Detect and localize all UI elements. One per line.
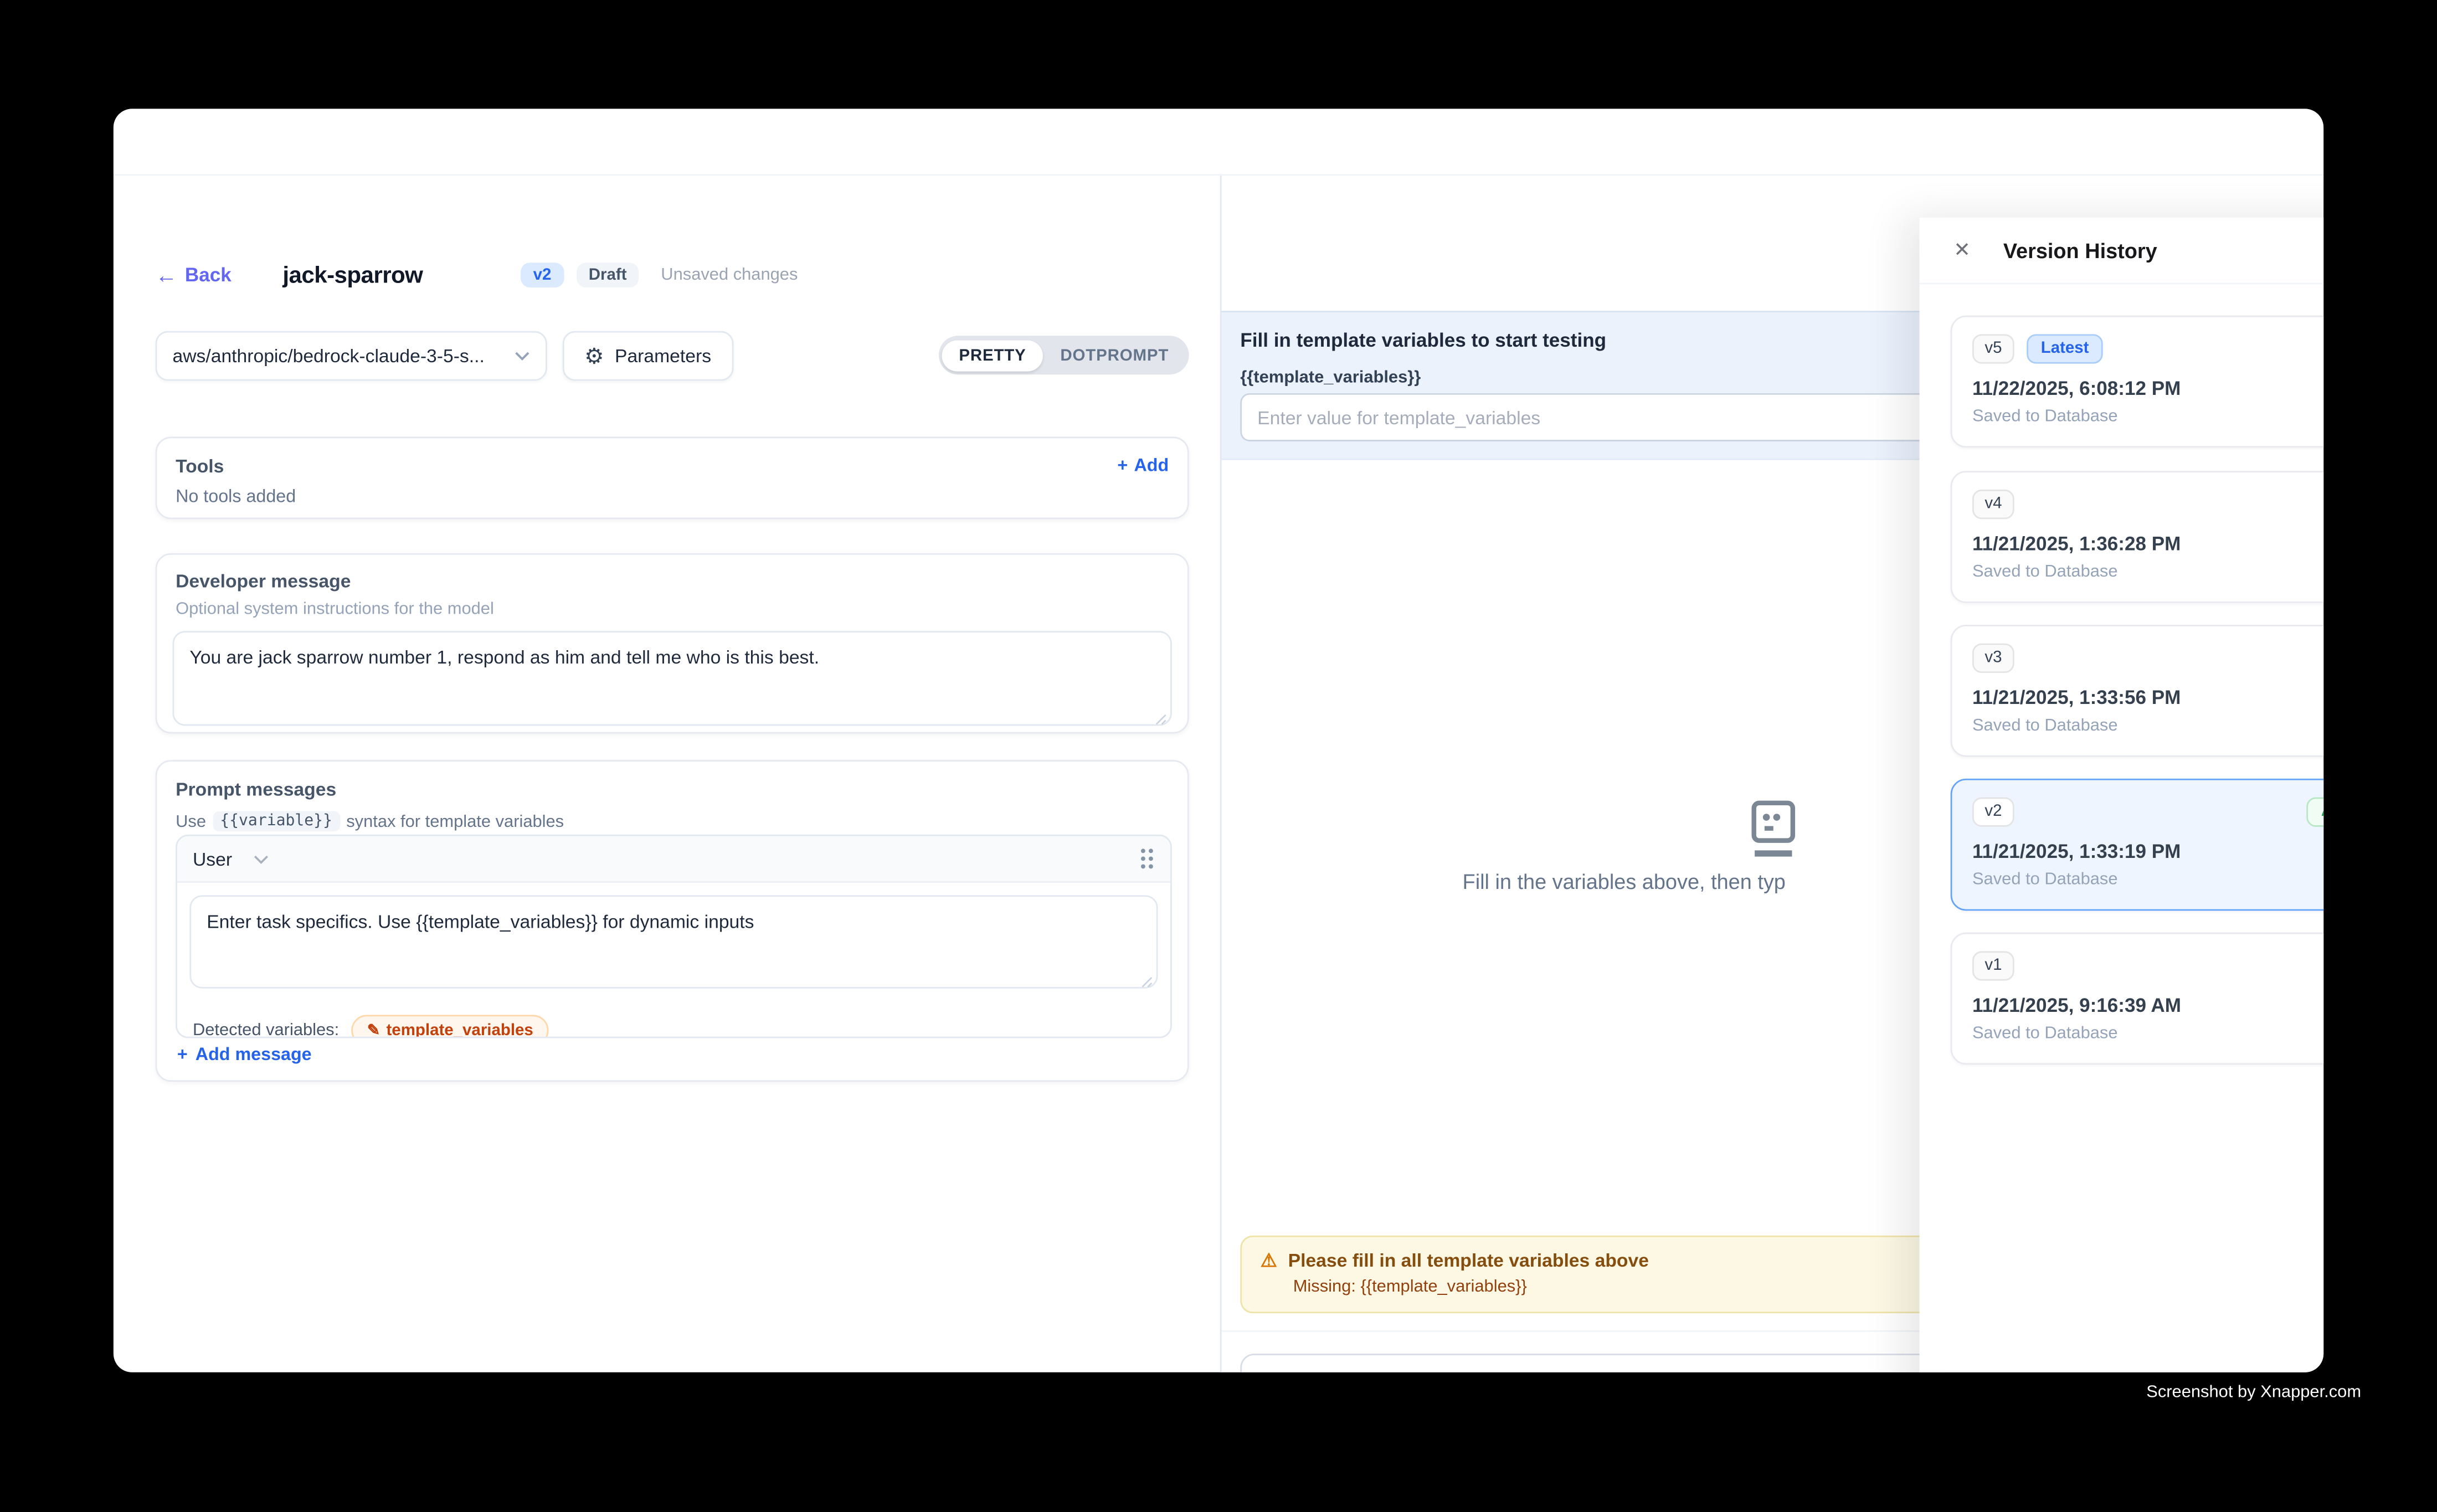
version-card-v2-active[interactable]: v2 Active 11/21/2025, 1:33:19 PM Saved t…: [1951, 779, 2323, 911]
active-badge: Active: [2307, 798, 2324, 826]
developer-message-label: Developer message: [176, 570, 1169, 592]
chat-message-input[interactable]: [1240, 1354, 1944, 1372]
resize-grip-icon[interactable]: [1155, 713, 1167, 726]
window-header: [114, 109, 2323, 176]
version-status: Saved to Database: [1972, 870, 2323, 888]
prompt-message-block: User Enter task specifics. Use {{templat…: [176, 835, 1172, 1038]
detected-variables-row: Detected variables: ✎ template_variables: [177, 1009, 1170, 1038]
format-toggle: PRETTY DOTPROMPT: [939, 336, 1189, 374]
toggle-option-dotprompt[interactable]: DOTPROMPT: [1043, 340, 1186, 371]
message-textarea[interactable]: Enter task specifics. Use {{template_var…: [189, 895, 1158, 988]
template-variable-input[interactable]: [1240, 393, 1944, 441]
version-status: Saved to Database: [1972, 1024, 2323, 1042]
back-arrow-icon: ←: [156, 263, 177, 287]
add-message-label: Add message: [196, 1046, 312, 1065]
gear-icon: ⚙: [584, 345, 604, 367]
version-history-title: Version History: [2003, 239, 2157, 262]
model-row: aws/anthropic/bedrock-claude-3-5-s... ⚙ …: [156, 331, 1189, 381]
role-select[interactable]: User: [193, 848, 269, 870]
draft-badge: Draft: [576, 263, 639, 288]
warning-icon: ⚠: [1261, 1249, 1277, 1271]
version-status: Saved to Database: [1972, 407, 2323, 425]
message-header: User: [177, 836, 1170, 883]
drag-handle-icon[interactable]: [1139, 847, 1155, 870]
unsaved-changes-label: Unsaved changes: [661, 266, 798, 285]
warning-box: ⚠ Please fill in all template variables …: [1240, 1236, 1944, 1313]
back-button[interactable]: ← Back: [156, 263, 232, 287]
version-number-badge: v1: [1972, 951, 2014, 980]
version-card-v1[interactable]: v1 11/21/2025, 9:16:39 AM Saved to Datab…: [1951, 933, 2323, 1065]
variable-syntax-code: {{variable}}: [212, 811, 340, 831]
version-history-header: ✕ Version History: [1920, 218, 2324, 285]
tools-card: Tools + Add No tools added: [156, 437, 1189, 520]
bot-icon: [1742, 798, 1804, 866]
version-badge: v2: [521, 263, 564, 288]
prompt-header: ← Back jack-sparrow v2 Draft Unsaved cha…: [156, 256, 798, 294]
pencil-icon: ✎: [367, 1022, 381, 1038]
add-message-button[interactable]: + Add message: [177, 1046, 312, 1065]
version-card-v4[interactable]: v4 11/21/2025, 1:36:28 PM Saved to Datab…: [1951, 471, 2323, 603]
developer-message-card: Developer message Optional system instru…: [156, 553, 1189, 734]
version-timestamp: 11/21/2025, 1:33:19 PM: [1972, 840, 2323, 862]
toggle-option-pretty[interactable]: PRETTY: [942, 340, 1043, 371]
add-tool-label: Add: [1134, 457, 1169, 476]
page-title: jack-sparrow: [282, 262, 423, 289]
detected-variables-label: Detected variables:: [193, 1021, 339, 1038]
version-card-v3[interactable]: v3 11/21/2025, 1:33:56 PM Saved to Datab…: [1951, 625, 2323, 757]
version-card-v5[interactable]: v5 Latest 11/22/2025, 6:08:12 PM Saved t…: [1951, 316, 2323, 448]
version-history-panel: ✕ Version History v5 Latest 11/22/2025, …: [1920, 218, 2324, 1372]
prompt-messages-label: Prompt messages: [176, 779, 1169, 800]
role-label: User: [193, 848, 232, 870]
version-timestamp: 11/21/2025, 9:16:39 AM: [1972, 994, 2323, 1016]
version-number-badge: v3: [1972, 644, 2014, 672]
version-number-badge: v2: [1972, 798, 2014, 826]
parameters-label: Parameters: [615, 345, 711, 367]
version-timestamp: 11/21/2025, 1:33:56 PM: [1972, 686, 2323, 708]
model-select[interactable]: aws/anthropic/bedrock-claude-3-5-s...: [156, 331, 547, 381]
latest-badge: Latest: [2027, 334, 2102, 363]
version-timestamp: 11/21/2025, 1:36:28 PM: [1972, 532, 2323, 554]
chevron-down-icon: [515, 351, 530, 361]
developer-message-textarea[interactable]: You are jack sparrow number 1, respond a…: [172, 631, 1171, 726]
add-tool-button[interactable]: + Add: [1117, 457, 1169, 476]
resize-grip-icon[interactable]: [1141, 976, 1153, 988]
parameters-button[interactable]: ⚙ Parameters: [563, 331, 733, 381]
warning-missing: Missing: {{template_variables}}: [1261, 1278, 1924, 1297]
prompt-messages-card: Prompt messages Use {{variable}} syntax …: [156, 760, 1189, 1082]
syntax-hint: Use {{variable}} syntax for template var…: [176, 811, 1169, 831]
back-label: Back: [185, 264, 232, 286]
close-icon[interactable]: ✕: [1953, 238, 1971, 263]
version-number-badge: v5: [1972, 334, 2014, 363]
version-status: Saved to Database: [1972, 716, 2323, 734]
app-window: ← Back jack-sparrow v2 Draft Unsaved cha…: [114, 109, 2323, 1372]
plus-icon: +: [177, 1046, 188, 1065]
tools-label: Tools: [176, 455, 224, 477]
version-timestamp: 11/22/2025, 6:08:12 PM: [1972, 377, 2323, 398]
version-number-badge: v4: [1972, 490, 2014, 518]
variable-chip-label: template_variables: [386, 1021, 533, 1038]
stage: ← Back jack-sparrow v2 Draft Unsaved cha…: [0, 0, 2437, 1512]
plus-icon: +: [1117, 457, 1128, 476]
watermark: Screenshot by Xnapper.com: [2146, 1383, 2361, 1402]
version-status: Saved to Database: [1972, 562, 2323, 580]
variable-chip[interactable]: ✎ template_variables: [352, 1015, 549, 1038]
chevron-down-icon: [254, 854, 269, 863]
developer-message-hint: Optional system instructions for the mod…: [176, 600, 1169, 619]
tools-empty-text: No tools added: [176, 488, 1169, 507]
warning-title: Please fill in all template variables ab…: [1288, 1249, 1649, 1271]
empty-state-text: Fill in the variables above, then typ: [1463, 870, 1786, 893]
model-select-value: aws/anthropic/bedrock-claude-3-5-s...: [172, 345, 514, 367]
